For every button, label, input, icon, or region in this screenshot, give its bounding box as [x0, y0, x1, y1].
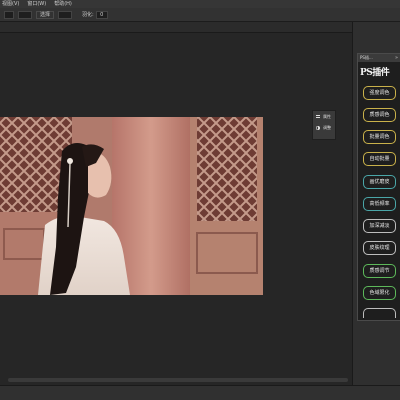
- tool-preset-field[interactable]: [4, 10, 14, 19]
- texture-tone-button[interactable]: 质感调色: [363, 108, 396, 122]
- feather-label: 羽化:: [82, 12, 94, 18]
- plugin-logo: PS插件: [360, 68, 390, 78]
- plugin-panel: PS插... » PS插件 强度调色 质感调色 批量调色 自动批量 画优磨皮 高…: [357, 53, 400, 321]
- select-button[interactable]: 选择: [36, 10, 55, 19]
- properties-item[interactable]: 属性: [313, 111, 335, 122]
- properties-mini-panel: 属性 调整: [312, 110, 336, 140]
- photo-illustration: [0, 117, 263, 295]
- menu-window[interactable]: 窗口(W): [27, 0, 46, 8]
- options-bar: 选择 羽化: 0: [0, 8, 400, 22]
- frequency-separation-button[interactable]: 高低频率: [363, 197, 396, 211]
- menu-view[interactable]: 视图(V): [2, 0, 19, 8]
- selection-mode-field[interactable]: [18, 10, 32, 19]
- menu-bar: 视图(V) 窗口(W) 帮助(H): [0, 0, 400, 8]
- auto-batch-button[interactable]: 自动批量: [363, 152, 396, 166]
- skin-texture-button[interactable]: 皮肤纹理: [363, 241, 396, 255]
- skin-smoothing-button[interactable]: 画优磨皮: [363, 175, 396, 189]
- menu-help[interactable]: 帮助(H): [54, 0, 72, 8]
- feather-input[interactable]: 0: [95, 10, 108, 19]
- plugin-panel-tab[interactable]: PS插...: [358, 54, 400, 62]
- canvas-image[interactable]: [0, 117, 263, 295]
- option-field[interactable]: [58, 10, 73, 19]
- collapse-icon[interactable]: »: [395, 54, 398, 62]
- properties-label: 属性: [323, 113, 331, 119]
- document-tab-bar: [0, 22, 352, 33]
- adjustments-icon: [315, 125, 321, 130]
- more-button[interactable]: [363, 308, 396, 318]
- strength-tone-button[interactable]: 强度调色: [363, 86, 396, 100]
- adjustments-item[interactable]: 调整: [313, 122, 335, 133]
- dodge-burn-button[interactable]: 加深减淡: [363, 219, 396, 233]
- horizontal-scrollbar[interactable]: [8, 378, 348, 382]
- gamut-button[interactable]: 色域限化: [363, 286, 396, 300]
- status-bar: [0, 385, 400, 400]
- batch-tone-button[interactable]: 批量调色: [363, 130, 396, 144]
- properties-icon: [316, 114, 320, 119]
- texture-adjust-button[interactable]: 质感调节: [363, 264, 396, 278]
- adjustments-label: 调整: [323, 124, 331, 130]
